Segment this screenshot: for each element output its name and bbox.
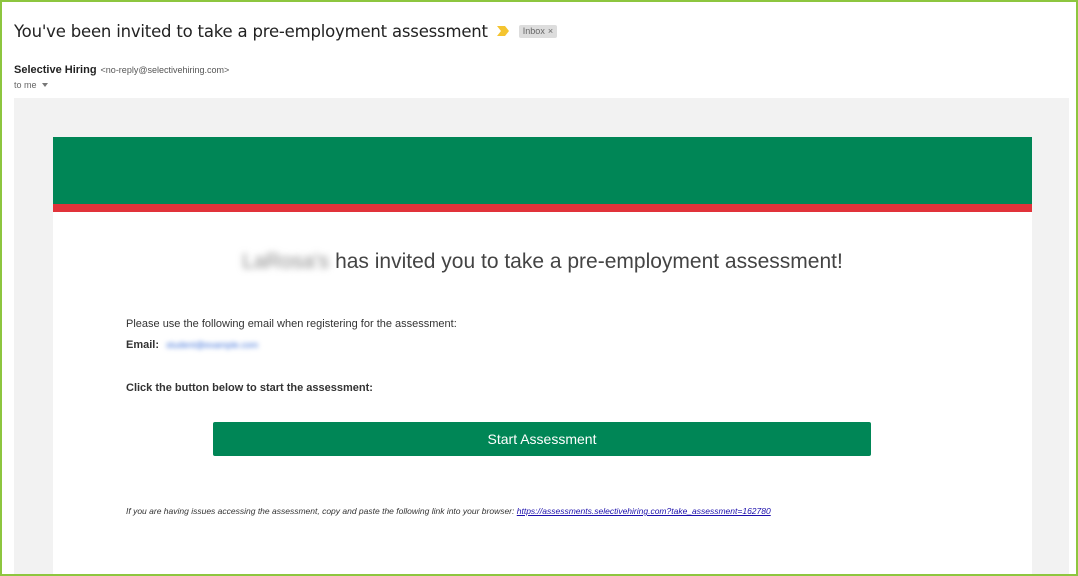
invitation-headline: LaRosa's has invited you to take a pre-em… <box>53 250 1032 274</box>
email-subject: You've been invited to take a pre-employ… <box>14 21 488 41</box>
email-viewer: You've been invited to take a pre-employ… <box>0 0 1078 576</box>
click-instruction: Click the button below to start the asse… <box>126 382 373 394</box>
header-stripe <box>53 204 1032 212</box>
start-assessment-button[interactable]: Start Assessment <box>213 422 871 456</box>
email-card: LaRosa's has invited you to take a pre-em… <box>53 137 1032 574</box>
sender-row: Selective Hiring <no-reply@selectivehiri… <box>14 64 229 76</box>
importance-marker-icon[interactable] <box>496 26 509 36</box>
inbox-label-text: Inbox <box>522 25 545 36</box>
chevron-down-icon[interactable] <box>41 83 48 87</box>
sender-name[interactable]: Selective Hiring <box>14 64 97 76</box>
company-name-blurred: LaRosa's <box>242 250 330 273</box>
recipient-text: to me <box>14 80 37 90</box>
close-icon[interactable]: × <box>548 25 553 38</box>
header-banner <box>53 137 1032 204</box>
recipient-row: to me <box>14 80 48 90</box>
assessment-link[interactable]: https://assessments.selectivehiring.com?… <box>517 506 771 516</box>
footer-text: If you are having issues accessing the a… <box>126 506 515 516</box>
registration-instruction: Please use the following email when regi… <box>126 318 457 330</box>
sender-address: <no-reply@selectivehiring.com> <box>100 65 230 75</box>
email-label: Email: <box>126 339 160 351</box>
headline-text: has invited you to take a pre-employment… <box>335 250 843 273</box>
email-line: Email: student@example.com <box>126 339 258 351</box>
subject-row: You've been invited to take a pre-employ… <box>14 20 558 42</box>
footer-note: If you are having issues accessing the a… <box>126 506 771 516</box>
inbox-label-chip[interactable]: Inbox × <box>518 24 558 38</box>
email-value-blurred[interactable]: student@example.com <box>166 340 258 350</box>
